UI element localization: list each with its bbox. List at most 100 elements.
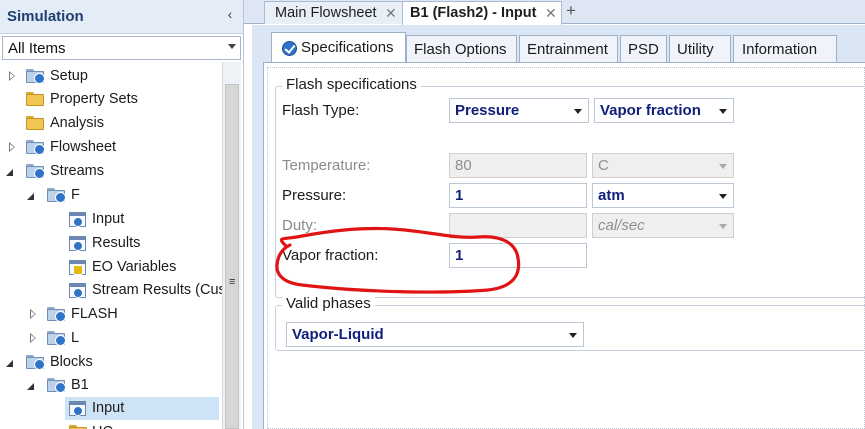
close-icon[interactable]: ✕ [385,5,397,22]
folder-check-icon [26,140,45,155]
grip-icon: ≡ [229,276,236,288]
tree-item-stream-f[interactable]: F [0,184,222,207]
tab-label: Flash Options [414,41,507,58]
scrollbar-thumb[interactable]: ≡ [225,84,239,429]
tree-item-f-results[interactable]: Results [0,232,222,255]
duty-unit-dropdown: cal/sec [592,213,734,238]
new-tab-icon[interactable]: + [566,1,576,21]
tab-psd[interactable]: PSD [620,35,667,62]
navigation-header: Simulation ‹ [0,0,243,34]
tree-item-analysis[interactable]: Analysis [0,112,222,135]
group-title: Flash specifications [282,76,421,93]
tree-item-flowsheet[interactable]: Flowsheet [0,136,222,159]
tree-item-label: Setup [50,68,88,84]
temperature-unit-value: C [598,157,609,174]
tree-item-label: L [71,330,80,346]
expand-icon[interactable] [9,142,15,152]
tree-item-stream-flash[interactable]: FLASH [0,303,222,326]
tab-label: PSD [628,41,659,58]
chevron-down-icon [719,194,727,199]
collapse-icon[interactable] [6,360,13,367]
view-filter-value: All Items [8,40,66,57]
tree-item-blocks[interactable]: Blocks [0,351,222,374]
folder-icon [69,425,87,429]
folder-check-icon [47,188,66,203]
flash-type-1-dropdown[interactable]: Pressure [449,98,589,123]
tree-item-streams[interactable]: Streams [0,160,222,183]
folder-check-icon [47,307,66,322]
tree-item-setup[interactable]: Setup [0,65,222,88]
tree-item-label: Stream Results (Cus [92,282,226,298]
tab-utility[interactable]: Utility [669,35,731,62]
expand-icon[interactable] [30,333,36,343]
tree-item-stream-l[interactable]: L [0,327,222,350]
navigation-tree: Setup Property Sets Analysis Flowsheet S… [0,62,226,429]
chevron-down-icon [228,44,236,49]
tab-flash-options[interactable]: Flash Options [406,35,517,62]
tab-label: Entrainment [527,41,608,58]
expand-icon[interactable] [30,309,36,319]
temperature-value: 80 [455,157,472,174]
collapse-icon[interactable] [27,383,34,390]
tree-item-label: B1 [71,377,89,393]
tree-item-b1-hc[interactable]: HC [0,421,222,429]
group-title: Valid phases [282,295,375,312]
tree-item-label: Analysis [50,115,104,131]
tab-information[interactable]: Information [733,35,837,62]
vapor-fraction-field[interactable]: 1 [449,243,587,268]
tree-item-label: EO Variables [92,259,177,275]
tree-item-f-eo-variables[interactable]: EO Variables [0,256,222,279]
temperature-label: Temperature: [282,157,371,174]
flash-type-1-value: Pressure [455,102,520,119]
tree-item-b1-input[interactable]: Input [65,397,219,420]
vapor-fraction-label: Vapor fraction: [282,247,379,264]
flash-specifications-group: Flash specifications Flash Type: Pressur… [275,76,865,298]
tree-item-f-stream-results-custom[interactable]: Stream Results (Cus [0,279,226,302]
navigation-title: Simulation [7,8,84,25]
duty-field [449,213,587,238]
valid-phases-dropdown[interactable]: Vapor-Liquid [286,322,584,347]
tab-b1-flash2-input[interactable]: B1 (Flash2) - Input ✕ [402,1,562,25]
tree-scrollbar[interactable]: ≡ [222,62,241,429]
tree-item-label: Results [92,235,141,251]
temperature-unit-dropdown: C [592,153,734,178]
tree-item-f-input[interactable]: Input [0,208,222,231]
tree-item-label: HC [92,424,113,429]
tab-label: Main Flowsheet [275,5,377,21]
specifications-page: Flash specifications Flash Type: Pressur… [263,62,865,429]
navigation-pane: Simulation ‹ All Items Setup Property Se… [0,0,244,429]
check-circle-icon [282,41,297,56]
collapse-pane-icon[interactable]: ‹ [221,6,239,26]
tab-entrainment[interactable]: Entrainment [519,35,618,62]
tab-label: Specifications [301,39,394,56]
temperature-field: 80 [449,153,587,178]
flash-type-2-dropdown[interactable]: Vapor fraction [594,98,734,123]
collapse-icon[interactable] [6,169,13,176]
form-tab-strip: Specifications Flash Options Entrainment… [271,32,865,63]
close-icon[interactable]: ✕ [545,5,557,22]
pressure-field[interactable]: 1 [449,183,587,208]
chevron-down-icon [569,333,577,338]
folder-check-icon [26,164,45,179]
tab-specifications[interactable]: Specifications [271,32,406,63]
tab-main-flowsheet[interactable]: Main Flowsheet ✕ [264,1,403,24]
pressure-unit-dropdown[interactable]: atm [592,183,734,208]
vapor-fraction-value: 1 [455,247,464,264]
folder-check-icon [47,378,66,393]
tree-item-label: Flowsheet [50,139,117,155]
folder-check-icon [26,355,45,370]
document-tab-strip: Main Flowsheet ✕ B1 (Flash2) - Input ✕ + [244,0,865,25]
tree-item-property-sets[interactable]: Property Sets [0,88,222,111]
pressure-unit-value: atm [598,187,625,204]
form-check-icon [69,401,86,416]
chevron-down-icon [574,109,582,114]
form-check-icon [69,212,86,227]
pressure-label: Pressure: [282,187,347,204]
duty-label: Duty: [282,217,318,234]
eo-variables-icon [69,260,86,275]
collapse-icon[interactable] [27,193,34,200]
expand-icon[interactable] [9,71,15,81]
valid-phases-group: Valid phases Vapor-Liquid [275,295,865,351]
tree-item-block-b1[interactable]: B1 [0,374,222,397]
view-filter-dropdown[interactable]: All Items [2,36,241,60]
